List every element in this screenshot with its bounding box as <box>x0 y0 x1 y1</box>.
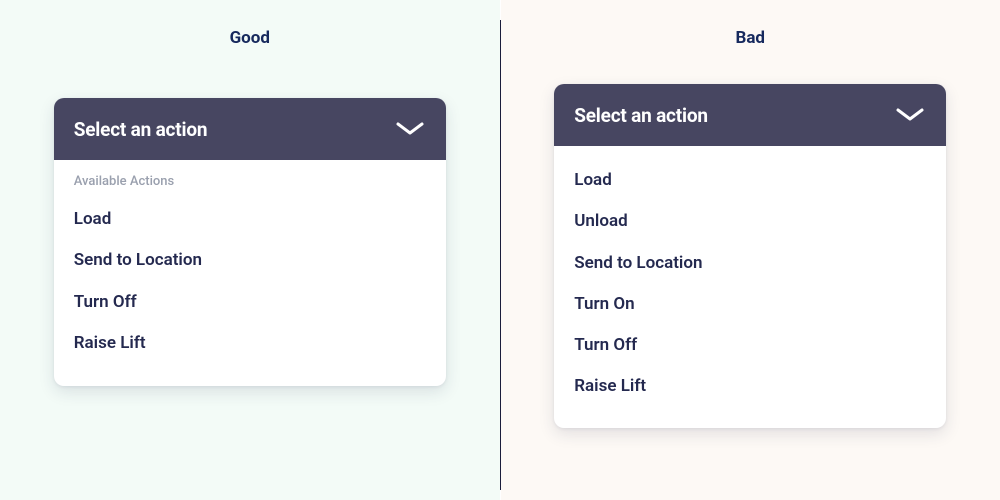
good-title: Good <box>230 28 270 48</box>
good-dropdown: Select an action Available Actions Load … <box>54 98 446 386</box>
dropdown-option[interactable]: Load <box>572 160 928 201</box>
bad-dropdown-trigger[interactable]: Select an action <box>554 84 946 146</box>
dropdown-option[interactable]: Raise Lift <box>572 366 928 407</box>
dropdown-option[interactable]: Unload <box>572 201 928 242</box>
bad-dropdown: Select an action Load Unload Send to Loc… <box>554 84 946 428</box>
dropdown-option[interactable]: Send to Location <box>572 243 928 284</box>
dropdown-option[interactable]: Turn Off <box>572 325 928 366</box>
good-section-label: Available Actions <box>72 174 428 189</box>
chevron-down-icon <box>896 108 924 122</box>
dropdown-option[interactable]: Send to Location <box>72 240 428 281</box>
dropdown-option[interactable]: Raise Lift <box>72 323 428 364</box>
dropdown-option[interactable]: Load <box>72 199 428 240</box>
bad-title: Bad <box>735 28 765 48</box>
bad-dropdown-label: Select an action <box>574 104 708 127</box>
good-dropdown-trigger[interactable]: Select an action <box>54 98 446 160</box>
good-dropdown-body: Available Actions Load Send to Location … <box>54 160 446 386</box>
good-dropdown-label: Select an action <box>74 118 208 141</box>
chevron-down-icon <box>396 122 424 136</box>
bad-example-panel: Bad Select an action Load Unload Send to… <box>501 0 1000 500</box>
bad-dropdown-body: Load Unload Send to Location Turn On Tur… <box>554 146 946 428</box>
dropdown-option[interactable]: Turn On <box>572 284 928 325</box>
good-example-panel: Good Select an action Available Actions … <box>0 0 500 500</box>
dropdown-option[interactable]: Turn Off <box>72 282 428 323</box>
